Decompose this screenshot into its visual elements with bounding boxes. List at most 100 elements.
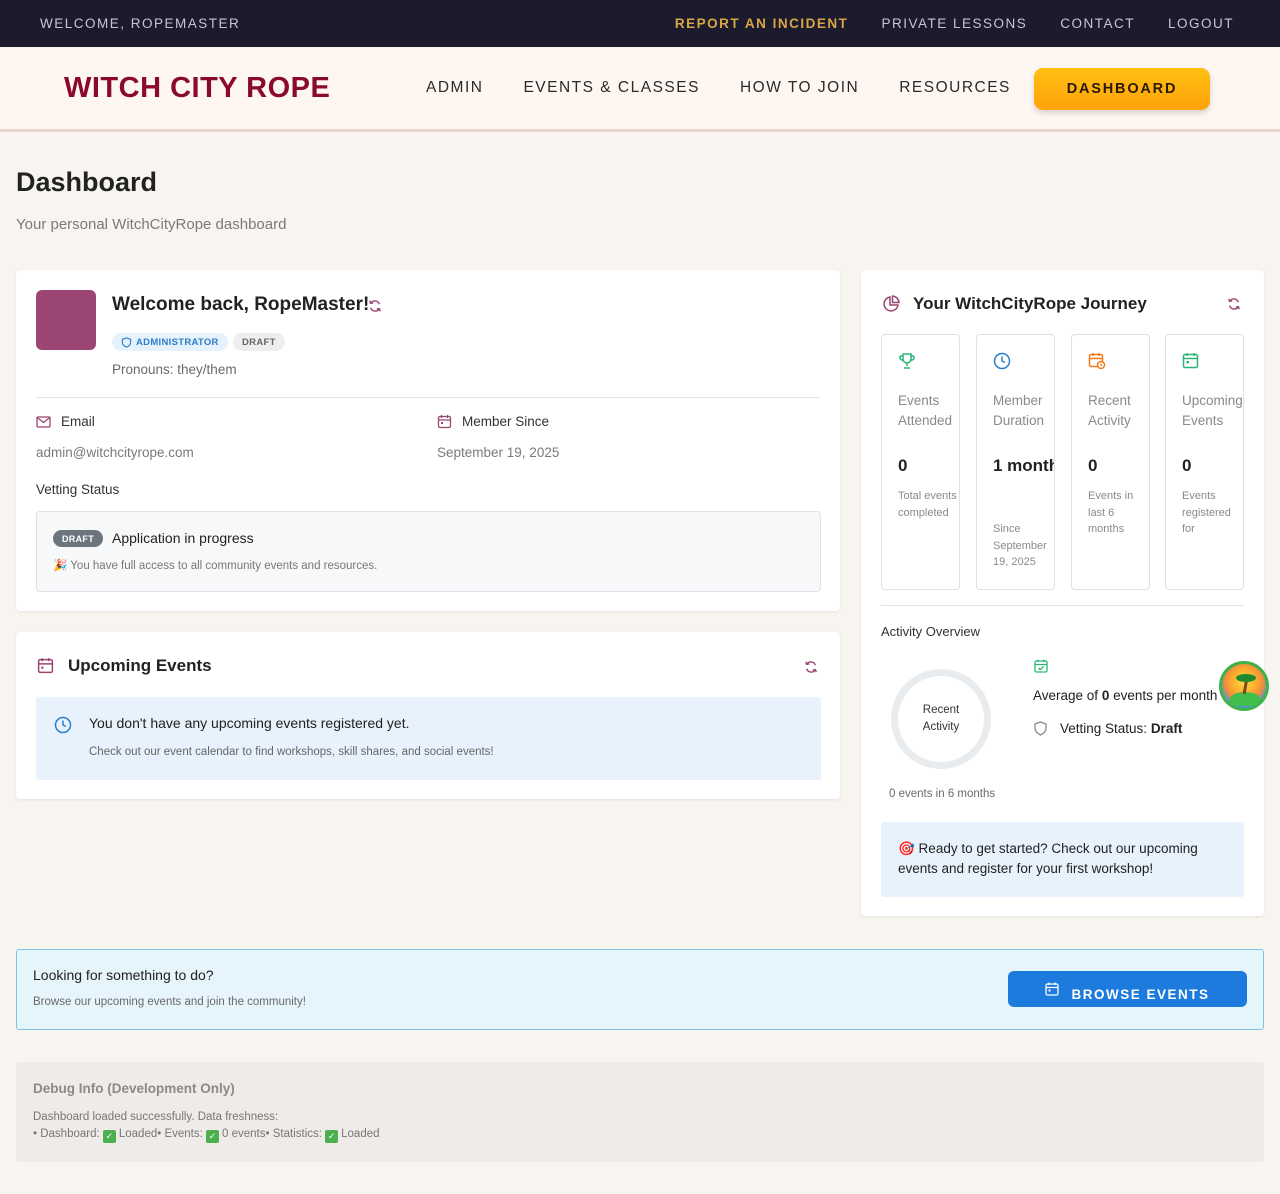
ready-prompt: 🎯 Ready to get started? Check out our up… [881, 822, 1244, 897]
page-subtitle: Your personal WitchCityRope dashboard [16, 216, 287, 233]
stat-label: Recent Activity [1088, 393, 1131, 428]
stat-value: 1 month [993, 456, 1055, 475]
debug-statistics-label: • Statistics: [265, 1128, 326, 1140]
report-incident-link[interactable]: REPORT AN INCIDENT [675, 16, 849, 31]
debug-events-value: 0 events [222, 1128, 266, 1140]
stat-recent-activity: Recent Activity 0 Events in last 6 month… [1071, 334, 1150, 590]
member-since-label: Member Since [437, 414, 549, 429]
no-events-message: You don't have any upcoming events regis… [89, 715, 410, 731]
member-since-value: September 19, 2025 [437, 445, 560, 460]
cta-subtitle: Browse our upcoming events and join the … [33, 996, 306, 1008]
stat-value: 0 [898, 456, 908, 475]
no-events-hint: Check out our event calendar to find wor… [89, 746, 494, 758]
calendar-icon [1045, 982, 1060, 996]
stat-description: Events in last 6 months [1088, 490, 1134, 535]
clock-icon [54, 716, 72, 734]
mail-icon [36, 415, 51, 428]
activity-ring: Recent Activity [891, 669, 991, 769]
shield-icon [121, 336, 132, 348]
vetting-status-text: Application in progress [112, 530, 254, 546]
vetting-badge: DRAFT [53, 530, 103, 547]
calendar-icon [37, 658, 54, 674]
journey-card: Your WitchCityRope Journey Events Attend… [861, 270, 1264, 916]
stat-label: Upcoming Events [1182, 393, 1243, 428]
check-icon: ✓ [325, 1130, 339, 1143]
debug-dashboard-value: Loaded [118, 1128, 158, 1140]
profile-card: Welcome back, RopeMaster! ADMINISTRATOR … [16, 270, 840, 611]
debug-statistics-value: Loaded [341, 1128, 380, 1140]
refresh-icon[interactable] [368, 299, 382, 313]
browse-events-label: BROWSE EVENTS [1071, 986, 1210, 1002]
email-label-text: Email [61, 414, 95, 429]
main-navbar: WITCH CITY ROPE ADMIN EVENTS & CLASSES H… [0, 47, 1280, 132]
floating-island-widget-icon[interactable] [1219, 661, 1269, 711]
cta-title: Looking for something to do? [33, 967, 214, 983]
email-label: Email [36, 414, 95, 429]
nav-resources[interactable]: RESOURCES [899, 79, 1011, 97]
debug-events-label: • Events: [157, 1128, 207, 1140]
vetting-status-box: DRAFT Application in progress 🎉 You have… [36, 511, 821, 592]
calendar-check-icon [1034, 659, 1048, 673]
stat-events-attended: Events Attended 0 Total events completed [881, 334, 960, 590]
top-utility-bar: WELCOME, ROPEMASTER REPORT AN INCIDENT P… [0, 0, 1280, 47]
stat-upcoming-events: Upcoming Events 0 Events registered for [1165, 334, 1244, 590]
debug-title: Debug Info (Development Only) [33, 1081, 235, 1096]
contact-link[interactable]: CONTACT [1060, 16, 1135, 31]
activity-ring-caption: 0 events in 6 months [889, 788, 996, 800]
activity-overview-title: Activity Overview [881, 624, 980, 639]
debug-dashboard-label: • Dashboard: [33, 1128, 103, 1140]
clock-icon [993, 352, 1011, 370]
welcome-heading: Welcome back, RopeMaster! [112, 294, 370, 315]
refresh-icon[interactable] [1227, 297, 1241, 311]
check-icon: ✓ [102, 1130, 116, 1143]
page-title: Dashboard [16, 167, 158, 197]
debug-freshness-line: • Dashboard: ✓ Loaded• Events: ✓ 0 events•… [33, 1128, 380, 1143]
stat-label: Events Attended [898, 393, 953, 428]
stat-description: Total events completed [898, 490, 957, 519]
shield-icon [1034, 721, 1047, 736]
pie-chart-icon [883, 295, 900, 312]
stat-description: Since September 19, 2025 [993, 523, 1047, 568]
divider [881, 605, 1244, 606]
role-badge-label: ADMINISTRATOR [136, 336, 219, 348]
nav-admin[interactable]: ADMIN [426, 79, 483, 97]
upcoming-events-title: Upcoming Events [68, 656, 212, 675]
role-badge: ADMINISTRATOR [112, 333, 228, 351]
average-events-text: Average of 0 events per month [1033, 688, 1217, 703]
browse-events-button[interactable]: BROWSE EVENTS [1008, 971, 1247, 1007]
calendar-icon [437, 415, 452, 429]
average-suffix: events per month [1109, 688, 1218, 703]
private-lessons-link[interactable]: PRIVATE LESSONS [881, 16, 1027, 31]
debug-status-line: Dashboard loaded successfully. Data fres… [33, 1111, 279, 1123]
welcome-user-text: WELCOME, ROPEMASTER [40, 16, 241, 31]
calendar-icon [1182, 353, 1199, 369]
no-events-alert: You don't have any upcoming events regis… [36, 697, 821, 780]
email-value: admin@witchcityrope.com [36, 445, 194, 460]
nav-events-classes[interactable]: EVENTS & CLASSES [523, 79, 699, 97]
status-badge: DRAFT [233, 333, 285, 351]
debug-panel: Debug Info (Development Only) Dashboard … [16, 1062, 1264, 1162]
calendar-clock-icon [1088, 353, 1106, 370]
logout-link[interactable]: LOGOUT [1168, 16, 1234, 31]
stat-label: Member Duration [993, 393, 1045, 428]
stat-value: 0 [1182, 456, 1192, 475]
pronouns-text: Pronouns: they/them [112, 362, 237, 377]
avatar [36, 290, 96, 350]
stat-description: Events registered for [1182, 490, 1231, 535]
vetting-status-label: Vetting Status [36, 482, 120, 497]
dashboard-button[interactable]: DASHBOARD [1034, 68, 1210, 110]
divider [36, 397, 820, 398]
vetting-note: 🎉 You have full access to all community … [53, 560, 378, 572]
trophy-icon [899, 353, 915, 369]
nav-how-to-join[interactable]: HOW TO JOIN [740, 79, 859, 97]
stat-value: 0 [1088, 456, 1098, 475]
site-logo[interactable]: WITCH CITY ROPE [64, 72, 424, 105]
vetting-prefix: Vetting Status: [1060, 721, 1151, 736]
main-nav-items: ADMIN EVENTS & CLASSES HOW TO JOIN RESOU… [426, 79, 1011, 97]
activity-ring-label: Recent Activity [922, 704, 960, 733]
vetting-status-line: Vetting Status: Draft [1033, 721, 1182, 736]
refresh-icon[interactable] [804, 660, 818, 674]
stat-member-duration: Member Duration 1 month Since September … [976, 334, 1055, 590]
member-since-label-text: Member Since [462, 414, 550, 429]
average-prefix: Average of [1033, 688, 1102, 703]
